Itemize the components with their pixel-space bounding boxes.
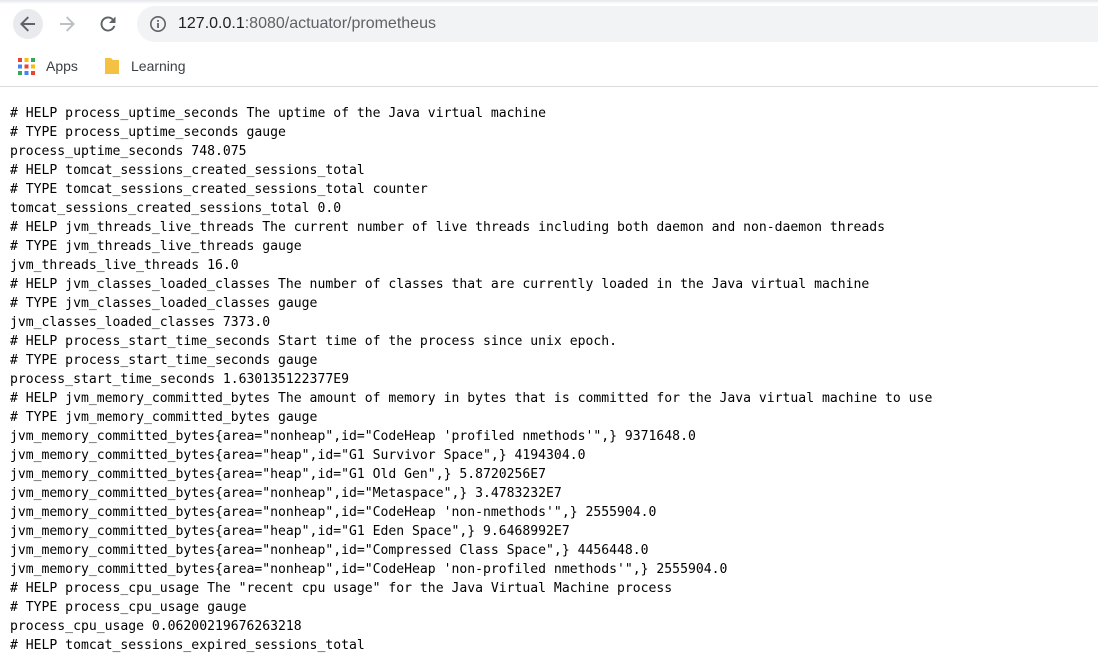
- bookmark-learning-label: Learning: [131, 58, 186, 74]
- metric-value-line: jvm_memory_committed_bytes{area="heap",i…: [10, 524, 570, 539]
- bookmark-apps[interactable]: Apps: [18, 54, 78, 78]
- metric-type-line: # TYPE jvm_threads_live_threads gauge: [10, 239, 302, 254]
- forward-button[interactable]: [52, 9, 82, 39]
- bookmarks-bar: Apps Learning: [0, 48, 1098, 87]
- metric-value-line: process_start_time_seconds 1.63013512237…: [10, 372, 349, 387]
- metric-help-line: # HELP process_start_time_seconds Start …: [10, 334, 617, 349]
- metric-help-line: # HELP process_uptime_seconds The uptime…: [10, 106, 547, 121]
- metric-type-line: # TYPE jvm_classes_loaded_classes gauge: [10, 296, 318, 311]
- metric-help-line: # HELP jvm_threads_live_threads The curr…: [10, 220, 886, 235]
- bookmark-learning[interactable]: Learning: [104, 54, 186, 78]
- metric-value-line: jvm_memory_committed_bytes{area="nonheap…: [10, 429, 696, 444]
- metric-type-line: # TYPE tomcat_sessions_created_sessions_…: [10, 182, 428, 197]
- metric-help-line: # HELP process_cpu_usage The "recent cpu…: [10, 581, 673, 596]
- arrow-right-icon: [60, 16, 75, 32]
- metric-type-line: # TYPE jvm_memory_committed_bytes gauge: [10, 410, 318, 425]
- reload-icon: [100, 16, 116, 32]
- metric-value-line: jvm_memory_committed_bytes{area="nonheap…: [10, 486, 562, 501]
- page-content: # HELP process_uptime_seconds The uptime…: [0, 87, 1098, 658]
- metric-value-line: jvm_memory_committed_bytes{area="heap",i…: [10, 467, 547, 482]
- metric-value-line: jvm_memory_committed_bytes{area="nonheap…: [10, 505, 657, 520]
- metric-value-line: jvm_memory_committed_bytes{area="heap",i…: [10, 448, 586, 463]
- metric-value-line: process_cpu_usage 0.06200219676263218: [10, 619, 302, 634]
- folder-icon: [105, 58, 119, 74]
- metric-help-line: # HELP jvm_memory_committed_bytes The am…: [10, 391, 933, 406]
- bookmark-apps-label: Apps: [46, 58, 78, 74]
- metric-value-line: jvm_memory_committed_bytes{area="nonheap…: [10, 562, 728, 577]
- metric-help-line: # HELP jvm_classes_loaded_classes The nu…: [10, 277, 870, 292]
- url-path: :8080/actuator/prometheus: [244, 15, 436, 32]
- arrow-left-icon: [20, 16, 35, 32]
- metric-value-line: process_uptime_seconds 748.075: [10, 144, 247, 159]
- browser-toolbar: 127.0.0.1:8080/actuator/prometheus: [0, 0, 1098, 48]
- address-bar[interactable]: 127.0.0.1:8080/actuator/prometheus: [137, 6, 1098, 42]
- reload-button[interactable]: [93, 9, 123, 39]
- metrics-text: # HELP process_uptime_seconds The uptime…: [0, 87, 1098, 655]
- url-host: 127.0.0.1: [178, 15, 245, 32]
- apps-grid-icon: [18, 57, 35, 75]
- url-text[interactable]: 127.0.0.1:8080/actuator/prometheus: [178, 14, 436, 34]
- metric-value-line: jvm_memory_committed_bytes{area="nonheap…: [10, 543, 649, 558]
- metric-value-line: tomcat_sessions_created_sessions_total 0…: [10, 201, 342, 216]
- metric-help-line: # HELP tomcat_sessions_expired_sessions_…: [10, 638, 365, 653]
- tab-strip-edge: [0, 0, 1098, 4]
- metric-type-line: # TYPE process_cpu_usage gauge: [10, 600, 247, 615]
- info-icon[interactable]: [149, 15, 167, 33]
- metric-value-line: jvm_threads_live_threads 16.0: [10, 258, 239, 273]
- metric-help-line: # HELP tomcat_sessions_created_sessions_…: [10, 163, 365, 178]
- metric-value-line: jvm_classes_loaded_classes 7373.0: [10, 315, 271, 330]
- metric-type-line: # TYPE process_uptime_seconds gauge: [10, 125, 286, 140]
- back-button[interactable]: [13, 9, 43, 39]
- metric-type-line: # TYPE process_start_time_seconds gauge: [10, 353, 318, 368]
